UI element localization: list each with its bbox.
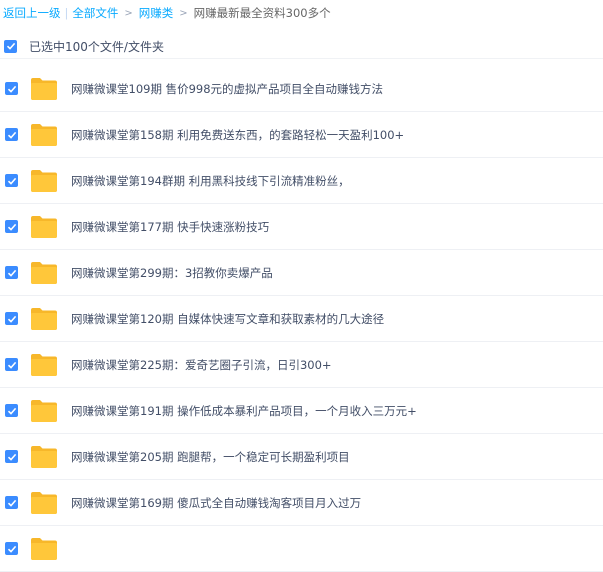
file-name[interactable]: 网赚微课堂第120期 自媒体快速写文章和获取素材的几大途径 <box>71 311 384 327</box>
file-checkbox[interactable] <box>5 82 18 95</box>
selection-count: 已选中100个文件/文件夹 <box>29 39 164 54</box>
folder-icon[interactable] <box>30 353 58 377</box>
checkmark-icon <box>7 315 16 323</box>
file-checkbox[interactable] <box>5 312 18 325</box>
file-name[interactable]: 网赚微课堂第169期 傻瓜式全自动赚钱淘客项目月入过万 <box>71 495 361 511</box>
file-name[interactable]: 网赚微课堂第299期：3招教你卖爆产品 <box>71 265 273 281</box>
checkmark-icon <box>7 85 16 93</box>
checkmark-icon <box>7 361 16 369</box>
breadcrumb-divider: | <box>64 6 69 20</box>
file-name[interactable]: 网赚微课堂第158期 利用免费送东西，的套路轻松一天盈利100+ <box>71 127 404 143</box>
select-all-checkbox[interactable] <box>4 39 17 53</box>
folder-icon[interactable] <box>30 307 58 331</box>
file-row[interactable]: 网赚微课堂第205期 跑腿帮，一个稳定可长期盈利项目 <box>0 434 603 480</box>
file-name[interactable]: 网赚微课堂第191期 操作低成本暴利产品项目，一个月收入三万元+ <box>71 403 417 419</box>
file-checkbox[interactable] <box>5 496 18 509</box>
file-list: 网赚微课堂109期 售价998元的虚拟产品项目全自动赚钱方法网赚微课堂第158期… <box>0 66 603 572</box>
breadcrumb: 返回上一级 | 全部文件 > 网赚类 > 网赚最新最全资料300多个 <box>3 4 331 22</box>
folder-icon[interactable] <box>30 537 58 561</box>
checkmark-icon <box>6 42 15 50</box>
file-checkbox[interactable] <box>5 174 18 187</box>
chevron-right-icon: > <box>124 7 133 19</box>
folder-icon[interactable] <box>30 215 58 239</box>
chevron-right-icon: > <box>179 7 188 19</box>
checkmark-icon <box>7 131 16 139</box>
current-folder: 网赚最新最全资料300多个 <box>193 6 331 20</box>
file-row[interactable]: 网赚微课堂第120期 自媒体快速写文章和获取素材的几大途径 <box>0 296 603 342</box>
checkmark-icon <box>7 223 16 231</box>
file-row[interactable] <box>0 526 603 572</box>
folder-icon[interactable] <box>30 77 58 101</box>
file-name[interactable]: 网赚微课堂第205期 跑腿帮，一个稳定可长期盈利项目 <box>71 449 350 465</box>
back-link[interactable]: 返回上一级 <box>3 5 61 21</box>
checkmark-icon <box>7 407 16 415</box>
folder-icon[interactable] <box>30 169 58 193</box>
category-link[interactable]: 网赚类 <box>139 5 174 21</box>
folder-icon[interactable] <box>30 123 58 147</box>
checkmark-icon <box>7 499 16 507</box>
file-checkbox[interactable] <box>5 128 18 141</box>
file-row[interactable]: 网赚微课堂第158期 利用免费送东西，的套路轻松一天盈利100+ <box>0 112 603 158</box>
file-row[interactable]: 网赚微课堂109期 售价998元的虚拟产品项目全自动赚钱方法 <box>0 66 603 112</box>
file-row[interactable]: 网赚微课堂第225期：爱奇艺圈子引流，日引300+ <box>0 342 603 388</box>
file-row[interactable]: 网赚微课堂第191期 操作低成本暴利产品项目，一个月收入三万元+ <box>0 388 603 434</box>
file-checkbox[interactable] <box>5 542 18 555</box>
all-files-link[interactable]: 全部文件 <box>72 5 118 21</box>
file-row[interactable]: 网赚微课堂第177期 快手快速涨粉技巧 <box>0 204 603 250</box>
file-checkbox[interactable] <box>5 266 18 279</box>
file-name[interactable]: 网赚微课堂109期 售价998元的虚拟产品项目全自动赚钱方法 <box>71 81 383 97</box>
file-name[interactable]: 网赚微课堂第194群期 利用黑科技线下引流精准粉丝， <box>71 173 350 189</box>
folder-icon[interactable] <box>30 261 58 285</box>
file-name[interactable]: 网赚微课堂第225期：爱奇艺圈子引流，日引300+ <box>71 357 332 373</box>
checkmark-icon <box>7 177 16 185</box>
file-row[interactable]: 网赚微课堂第169期 傻瓜式全自动赚钱淘客项目月入过万 <box>0 480 603 526</box>
selection-header: 已选中100个文件/文件夹 <box>0 34 603 59</box>
file-checkbox[interactable] <box>5 450 18 463</box>
checkmark-icon <box>7 545 16 553</box>
checkmark-icon <box>7 453 16 461</box>
folder-icon[interactable] <box>30 445 58 469</box>
folder-icon[interactable] <box>30 491 58 515</box>
file-name[interactable]: 网赚微课堂第177期 快手快速涨粉技巧 <box>71 219 269 235</box>
file-checkbox[interactable] <box>5 358 18 371</box>
file-checkbox[interactable] <box>5 404 18 417</box>
folder-icon[interactable] <box>30 399 58 423</box>
file-row[interactable]: 网赚微课堂第299期：3招教你卖爆产品 <box>0 250 603 296</box>
file-row[interactable]: 网赚微课堂第194群期 利用黑科技线下引流精准粉丝， <box>0 158 603 204</box>
checkmark-icon <box>7 269 16 277</box>
file-checkbox[interactable] <box>5 220 18 233</box>
